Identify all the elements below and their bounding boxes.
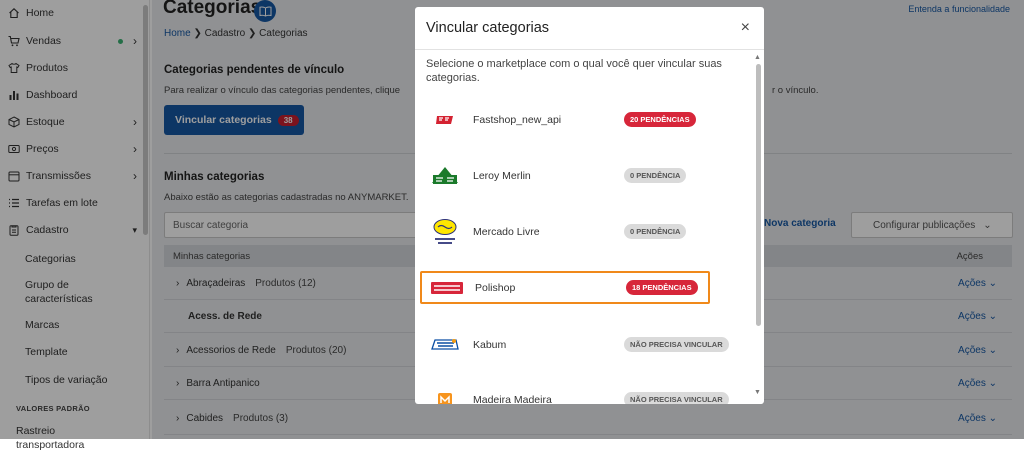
close-icon[interactable]: × (741, 19, 750, 37)
marketplace-item-polishop[interactable]: Polishop 18 PENDÊNCIAS (420, 271, 710, 304)
leroy-merlin-logo (428, 162, 462, 190)
polishop-logo (430, 274, 464, 302)
marketplace-name: Madeira Madeira (473, 393, 552, 405)
pending-badge: 18 PENDÊNCIAS (626, 280, 698, 295)
madeira-madeira-logo (428, 386, 462, 404)
modal-scrollbar[interactable] (756, 64, 761, 326)
marketplace-name: Leroy Merlin (473, 169, 531, 182)
kabum-logo (428, 331, 462, 359)
marketplace-item-fastshop[interactable]: Fastshop_new_api 20 PENDÊNCIAS (420, 103, 710, 136)
marketplace-name: Mercado Livre (473, 225, 540, 238)
marketplace-item-madeira-madeira[interactable]: Madeira Madeira NÃO PRECISA VINCULAR (420, 383, 729, 405)
modal-description: Selecione o marketplace com o qual você … (426, 58, 722, 84)
pending-badge: 0 PENDÊNCIA (624, 224, 687, 239)
mercado-livre-logo (428, 218, 462, 246)
link-categories-modal: Vincular categorias × Selecione o market… (415, 7, 764, 404)
scroll-up-arrow-icon[interactable]: ▲ (754, 54, 761, 61)
marketplace-name: Kabum (473, 338, 507, 351)
modal-divider (415, 49, 764, 50)
pending-badge: 20 PENDÊNCIAS (624, 112, 696, 127)
marketplace-name: Fastshop_new_api (473, 113, 562, 126)
marketplace-name: Polishop (475, 281, 516, 294)
modal-title: Vincular categorias (426, 20, 550, 36)
marketplace-item-kabum[interactable]: Kabum NÃO PRECISA VINCULAR (420, 328, 729, 361)
marketplace-item-mercado-livre[interactable]: Mercado Livre 0 PENDÊNCIA (420, 215, 710, 248)
scroll-down-arrow-icon[interactable]: ▼ (754, 389, 761, 396)
marketplace-item-leroy-merlin[interactable]: Leroy Merlin 0 PENDÊNCIA (420, 159, 710, 192)
pending-badge: NÃO PRECISA VINCULAR (624, 337, 729, 352)
pending-badge: NÃO PRECISA VINCULAR (624, 392, 729, 404)
pending-badge: 0 PENDÊNCIA (624, 168, 687, 183)
fastshop-logo (428, 106, 462, 134)
